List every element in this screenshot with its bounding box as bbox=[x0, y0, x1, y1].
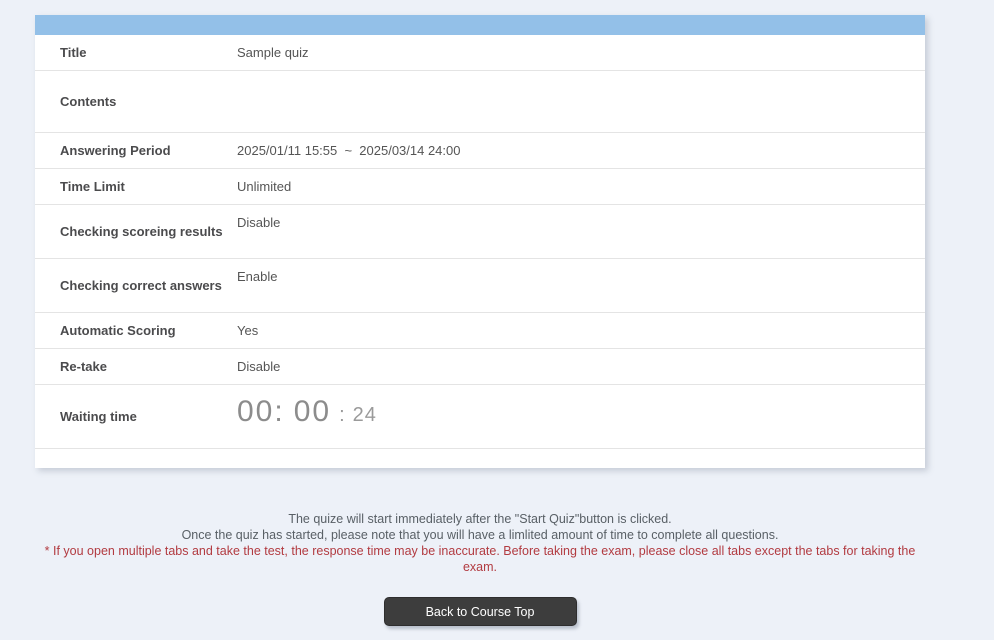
table-row-title: Title Sample quiz bbox=[35, 35, 925, 71]
row-value: Disable bbox=[237, 215, 281, 230]
waiting-time-seconds: 24 bbox=[352, 404, 377, 426]
row-value bbox=[237, 71, 925, 132]
waiting-time-hours: 00 bbox=[237, 395, 275, 428]
row-label: Checking correct answers bbox=[60, 278, 222, 293]
row-label: Checking scoreing results bbox=[60, 224, 223, 239]
back-to-course-top-button[interactable]: Back to Course Top bbox=[383, 597, 577, 626]
table-row-automatic-scoring: Automatic Scoring Yes bbox=[35, 313, 925, 349]
note-line-2: Once the quiz has started, please note t… bbox=[181, 528, 779, 542]
row-label: Time Limit bbox=[60, 179, 125, 194]
waiting-time-colon: : bbox=[274, 395, 285, 428]
row-label: Automatic Scoring bbox=[60, 323, 176, 338]
panel-header-bar bbox=[35, 15, 925, 35]
row-label: Contents bbox=[60, 94, 117, 109]
table-row-checking-scoring-results: Checking scoreing results Disable bbox=[35, 205, 925, 259]
waiting-time-minutes: 00 bbox=[293, 395, 332, 428]
row-label: Title bbox=[60, 45, 87, 60]
table-row-checking-correct-answers: Checking correct answers Enable bbox=[35, 259, 925, 313]
row-value: Disable bbox=[237, 359, 281, 374]
note-warning: * If you open multiple tabs and take the… bbox=[44, 544, 916, 574]
row-label: Waiting time bbox=[60, 409, 137, 424]
row-label: Answering Period bbox=[60, 143, 171, 158]
row-label: Re-take bbox=[60, 359, 107, 374]
row-value: Unlimited bbox=[237, 179, 292, 194]
panel-bottom-strip bbox=[35, 449, 925, 468]
footer-actions: Back to Course Top bbox=[35, 597, 925, 626]
waiting-time-colon: : bbox=[339, 404, 346, 426]
row-value: 2025/01/11 15:55 ~ 2025/03/14 24:00 bbox=[237, 143, 461, 158]
waiting-time-display: 00: 00:24 bbox=[237, 385, 925, 448]
quiz-notes: The quize will start immediately after t… bbox=[35, 511, 925, 575]
row-value: Enable bbox=[237, 269, 278, 284]
table-row-retake: Re-take Disable bbox=[35, 349, 925, 385]
table-row-time-limit: Time Limit Unlimited bbox=[35, 169, 925, 205]
row-value: Yes bbox=[237, 323, 259, 338]
table-row-contents: Contents bbox=[35, 71, 925, 133]
table-row-answering-period: Answering Period 2025/01/11 15:55 ~ 2025… bbox=[35, 133, 925, 169]
table-row-waiting-time: Waiting time 00: 00:24 bbox=[35, 385, 925, 449]
note-line-1: The quize will start immediately after t… bbox=[288, 512, 672, 526]
quiz-info-panel: Title Sample quiz Contents Answering Per… bbox=[35, 15, 925, 468]
row-value: Sample quiz bbox=[237, 45, 309, 60]
